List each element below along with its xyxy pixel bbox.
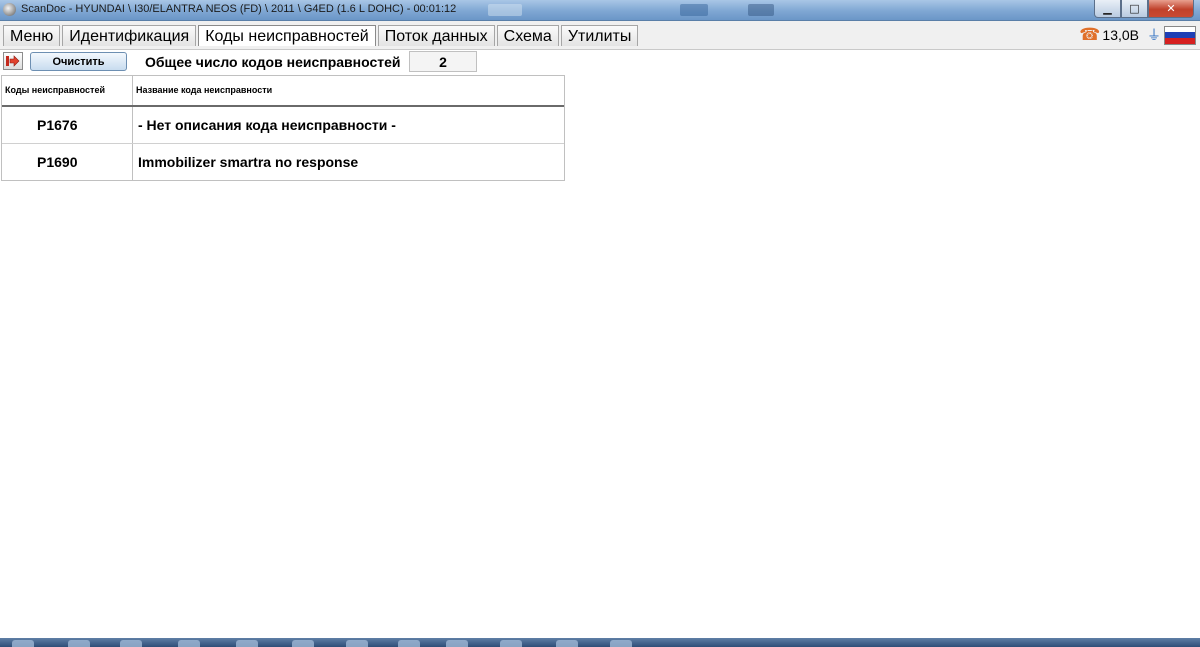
taskbar-icon[interactable] (556, 640, 578, 647)
taskbar-icon[interactable] (12, 640, 34, 647)
taskbar-icon[interactable] (398, 640, 420, 647)
phone-icon: ☎ (1079, 25, 1101, 45)
arrow-right-icon (6, 55, 20, 67)
taskbar-icon[interactable] (68, 640, 90, 647)
title-bar: ScanDoc - HYUNDAI \ I30/ELANTRA NEOS (FD… (0, 0, 1200, 21)
titlebar-decoration (488, 4, 522, 16)
fault-name-cell: - Нет описания кода неисправности - (138, 117, 396, 133)
taskbar-icon[interactable] (346, 640, 368, 647)
maximize-button[interactable]: □ (1121, 0, 1148, 18)
total-codes-label: Общее число кодов неисправностей (145, 54, 401, 70)
tab-scheme[interactable]: Схема (496, 25, 559, 46)
taskbar-icon[interactable] (446, 640, 468, 647)
tab-identification[interactable]: Идентификация (62, 25, 197, 46)
menu-tabs-bar: Меню Идентификация Коды неисправностей П… (0, 21, 1200, 50)
tab-menu[interactable]: Меню (3, 25, 61, 46)
tab-list: Меню Идентификация Коды неисправностей П… (3, 25, 640, 46)
window-controls: ▁ □ ✕ (1094, 0, 1194, 18)
minimize-button[interactable]: ▁ (1094, 0, 1121, 18)
voltage-readout: 13,0В (1102, 27, 1139, 43)
clear-button[interactable]: Очистить (30, 52, 127, 71)
fault-code-cell: P1690 (2, 144, 133, 180)
status-area: ☎ 13,0В ⏚ (1079, 25, 1196, 45)
taskbar (0, 638, 1200, 647)
taskbar-icon[interactable] (500, 640, 522, 647)
tab-data-stream[interactable]: Поток данных (377, 25, 495, 46)
exit-arrow-button[interactable] (3, 52, 23, 70)
column-header-code[interactable]: Коды неисправностей (2, 76, 133, 105)
table-header: Коды неисправностей Название кода неиспр… (2, 76, 564, 107)
fault-codes-table: Коды неисправностей Название кода неиспр… (1, 75, 565, 181)
titlebar-decoration (748, 4, 774, 16)
flag-icon[interactable] (1164, 25, 1196, 45)
window-title: ScanDoc - HYUNDAI \ I30/ELANTRA NEOS (FD… (21, 3, 457, 15)
table-row[interactable]: P1676 - Нет описания кода неисправности … (2, 107, 564, 144)
plug-icon: ⏚ (1147, 28, 1161, 44)
taskbar-icon[interactable] (178, 640, 200, 647)
tab-utilities[interactable]: Утилиты (560, 25, 639, 46)
total-codes-value: 2 (409, 51, 477, 72)
fault-name-cell: Immobilizer smartra no response (138, 154, 359, 170)
fault-codes-toolbar: Очистить Общее число кодов неисправносте… (0, 50, 1200, 74)
taskbar-icon[interactable] (236, 640, 258, 647)
taskbar-icon[interactable] (610, 640, 632, 647)
close-button[interactable]: ✕ (1148, 0, 1194, 18)
taskbar-icon[interactable] (120, 640, 142, 647)
column-header-name[interactable]: Название кода неисправности (133, 76, 564, 105)
tab-fault-codes[interactable]: Коды неисправностей (198, 25, 376, 46)
app-icon (3, 3, 16, 16)
table-row[interactable]: P1690 Immobilizer smartra no response (2, 144, 564, 180)
fault-code-cell: P1676 (2, 107, 133, 143)
taskbar-icon[interactable] (292, 640, 314, 647)
titlebar-decoration (680, 4, 708, 16)
